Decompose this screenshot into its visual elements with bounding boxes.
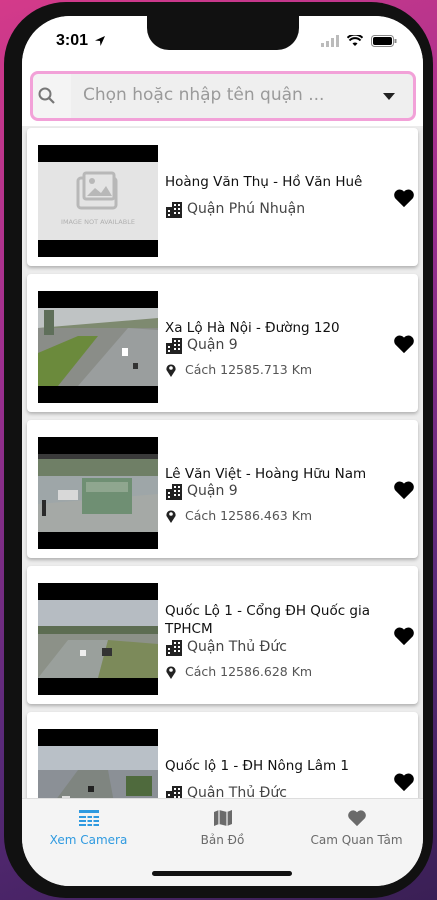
home-indicator[interactable] [152,871,292,876]
camera-thumbnail[interactable]: IMAGE NOT AVAILABLE [38,145,158,257]
camera-title: Hoàng Văn Thụ - Hồ Văn Huê [165,174,363,190]
district-row: Quận 9 [165,336,238,354]
district-row: Quận 9 [165,482,238,500]
distance-row: Cách 12586.628 Km [165,664,312,679]
wifi-icon [347,35,363,46]
distance-row: Cách 12586.463 Km [165,508,312,523]
district-row: Quận Thủ Đức [165,638,287,656]
signal-icon [321,35,339,47]
camera-thumbnail[interactable] [38,291,158,403]
favorite-heart-icon[interactable] [393,626,415,646]
camera-thumbnail[interactable] [38,437,158,549]
building-icon [166,484,182,500]
building-icon [166,640,182,656]
distance-label: Cách 12586.463 Km [185,508,313,523]
district-label: Quận Thủ Đức [187,639,287,655]
status-indicators [321,35,397,47]
camera-title: Quốc lộ 1 - ĐH Nông Lâm 1 [165,758,350,774]
camera-title: Quốc Lộ 1 - Cổng ĐH Quốc gia TPHCM [165,603,371,637]
location-arrow-icon [95,36,105,46]
nav-label-map: Bản Đồ [200,833,245,847]
camera-card[interactable]: Quốc Lộ 1 - Cổng ĐH Quốc gia TPHCM Quận … [27,566,418,704]
camera-snapshot-image [38,600,158,678]
heart-icon [347,810,366,827]
map-icon [213,810,232,826]
camera-card[interactable]: Lê Văn Việt - Hoàng Hữu Nam Quận 9 Cách … [27,420,418,558]
district-search-input[interactable] [83,85,353,105]
distance-row: Cách 12585.713 Km [165,362,312,377]
nav-label-favorites: Cam Quan Tâm [310,833,403,847]
nav-tab-map[interactable]: Bản Đồ [156,809,289,847]
nav-tab-camera[interactable]: Xem Camera [22,809,155,847]
district-row: Quận Phú Nhuận [165,200,305,218]
location-pin-icon [166,363,176,377]
dropdown-arrow-icon[interactable] [383,93,395,100]
location-pin-icon [166,509,176,523]
district-search-box[interactable] [30,71,416,121]
screen: 3:01 Chọn hoặc nhập tên quận ... IMAGE N… [22,16,423,886]
camera-snapshot-image [38,308,158,386]
search-icon [38,87,55,104]
camera-card[interactable]: IMAGE NOT AVAILABLE Hoàng Văn Thụ - Hồ V… [27,128,418,266]
district-label: Quận 9 [187,483,238,499]
favorite-heart-icon[interactable] [393,480,415,500]
building-icon [166,202,182,218]
camera-snapshot-image [38,454,158,532]
favorite-heart-icon[interactable] [393,772,415,792]
camera-title: Xa Lộ Hà Nội - Đường 120 [165,320,340,336]
favorite-heart-icon[interactable] [393,334,415,354]
nav-label-camera: Xem Camera [49,833,128,847]
building-icon [166,338,182,354]
search-header [22,66,423,126]
favorite-heart-icon[interactable] [393,188,415,208]
distance-label: Cách 12586.628 Km [185,664,313,679]
camera-card[interactable]: Xa Lộ Hà Nội - Đường 120 Quận 9 Cách 125… [27,274,418,412]
district-label: Quận 9 [187,337,238,353]
nav-tab-favorites[interactable]: Cam Quan Tâm [290,809,423,847]
status-time: 3:01 [56,32,89,49]
camera-title: Lê Văn Việt - Hoàng Hữu Nam [165,466,367,482]
notch [147,16,299,50]
camera-thumbnail[interactable] [38,583,158,695]
camera-list-icon [78,810,99,826]
distance-label: Cách 12585.713 Km [185,362,313,377]
image-not-available-placeholder: IMAGE NOT AVAILABLE [38,162,158,240]
location-pin-icon [166,665,176,679]
district-label: Quận Phú Nhuận [187,201,306,217]
device-frame: 3:01 Chọn hoặc nhập tên quận ... IMAGE N… [4,2,433,898]
battery-icon [371,35,397,47]
image-not-available-text: IMAGE NOT AVAILABLE [61,218,135,226]
